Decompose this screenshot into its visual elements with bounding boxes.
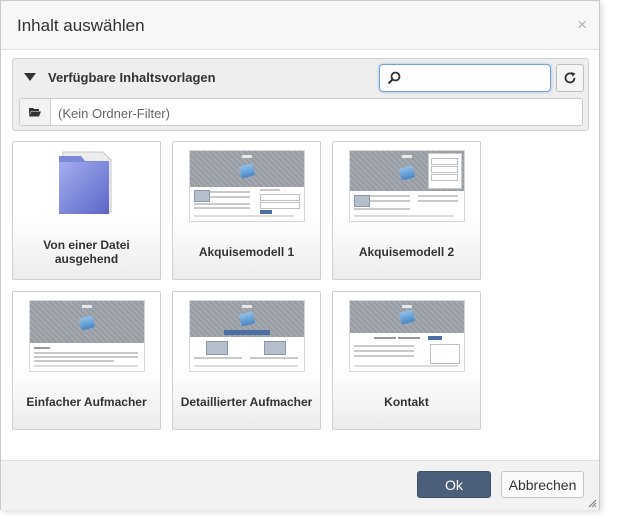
dialog-footer: Ok Abbrechen bbox=[1, 460, 599, 510]
dialog-title: Inhalt auswählen bbox=[17, 16, 145, 35]
folder-filter bbox=[19, 98, 583, 126]
refresh-icon bbox=[564, 72, 576, 84]
tile-label: Einfacher Aufmacher bbox=[26, 395, 147, 409]
resize-handle-icon[interactable] bbox=[588, 499, 597, 508]
cancel-button[interactable]: Abbrechen bbox=[501, 471, 584, 498]
search-input[interactable] bbox=[406, 68, 548, 90]
tile-from-file[interactable]: Von einer Datei ausgehend bbox=[12, 141, 161, 280]
ok-button[interactable]: Ok bbox=[417, 471, 491, 498]
dialog-titlebar: Inhalt auswählen × bbox=[1, 1, 599, 50]
tile-label: Akquisemodell 1 bbox=[198, 245, 295, 259]
tile-einfacher-aufmacher[interactable]: Einfacher Aufmacher bbox=[12, 291, 161, 430]
template-thumbnail bbox=[189, 300, 305, 372]
close-icon[interactable]: × bbox=[577, 15, 587, 35]
template-thumbnail bbox=[29, 300, 145, 372]
collapse-arrow-icon[interactable] bbox=[24, 73, 36, 81]
template-thumbnail bbox=[349, 300, 465, 372]
folder-filter-button[interactable] bbox=[20, 99, 51, 125]
select-content-dialog: Inhalt auswählen × Verfügbare Inhaltsvor… bbox=[0, 0, 600, 510]
search-icon bbox=[387, 71, 401, 85]
tile-label: Von einer Datei ausgehend bbox=[43, 238, 130, 266]
tile-label: Akquisemodell 2 bbox=[358, 245, 455, 259]
tile-label: Kontakt bbox=[384, 395, 429, 409]
folder-filter-input[interactable] bbox=[56, 103, 560, 123]
tile-akquisemodell-2[interactable]: Akquisemodell 2 bbox=[332, 141, 481, 280]
refresh-button[interactable] bbox=[556, 64, 584, 92]
tile-label: Detaillierter Aufmacher bbox=[180, 395, 313, 409]
search-box[interactable] bbox=[379, 64, 551, 92]
folder-icon bbox=[59, 151, 112, 214]
tile-akquisemodell-1[interactable]: Akquisemodell 1 bbox=[172, 141, 321, 280]
template-thumbnail bbox=[189, 150, 305, 222]
folder-open-icon bbox=[29, 108, 41, 117]
templates-panel: Verfügbare Inhaltsvorlagen bbox=[12, 58, 589, 131]
tile-kontakt[interactable]: Kontakt bbox=[332, 291, 481, 430]
panel-label[interactable]: Verfügbare Inhaltsvorlagen bbox=[48, 70, 216, 85]
template-thumbnail bbox=[349, 150, 465, 222]
tile-detaillierter-aufmacher[interactable]: Detaillierter Aufmacher bbox=[172, 291, 321, 430]
